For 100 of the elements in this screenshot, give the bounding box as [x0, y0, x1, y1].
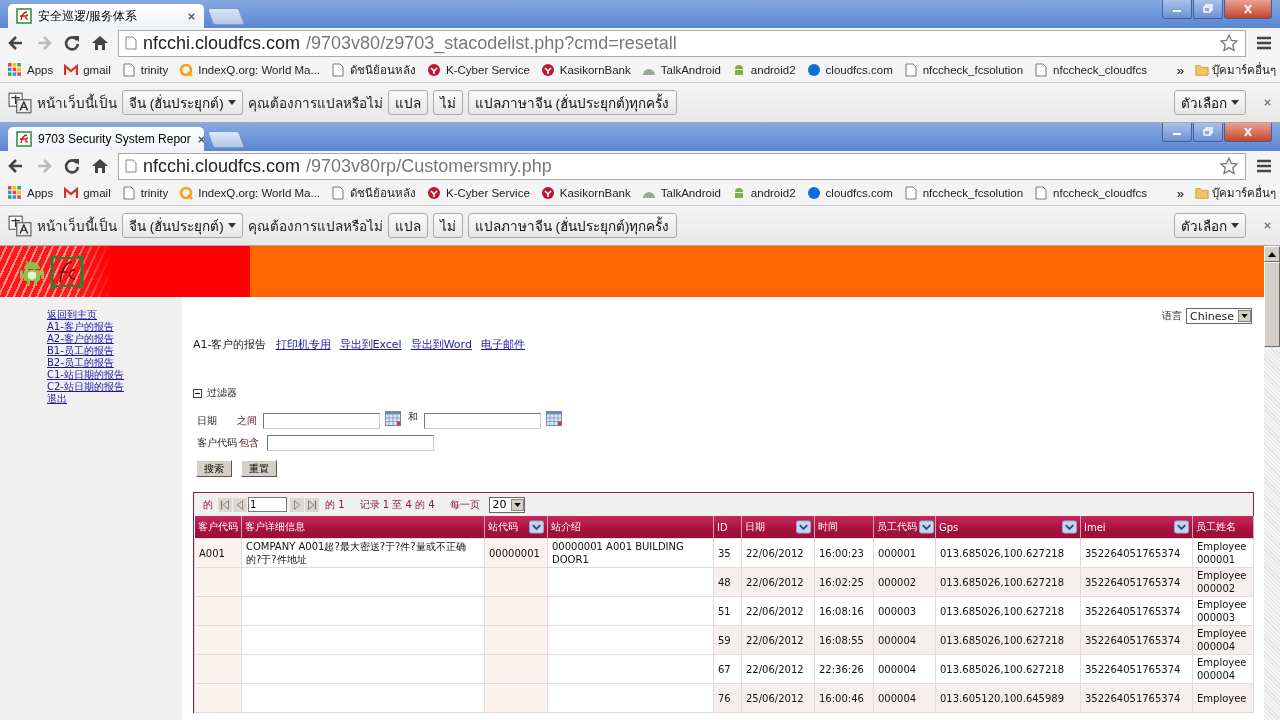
bookmark[interactable]: trinity	[121, 63, 169, 77]
report-link[interactable]: 打印机专用	[275, 337, 331, 352]
bookmark[interactable]: IndexQ.org: World Ma...	[179, 186, 321, 200]
column-header[interactable]: 时间	[814, 516, 874, 539]
nav-link[interactable]: B1-员工的报告	[47, 345, 114, 357]
form-button[interactable]: 重置	[241, 460, 277, 477]
language-dropdown[interactable]: จีน (ฮั่นประยุกต์)	[122, 213, 243, 238]
bookmark[interactable]: nfccheck_fcsolution	[903, 186, 1024, 200]
nav-link[interactable]: C2-站日期的报告	[47, 381, 124, 393]
translate-button[interactable]: แปล	[387, 90, 428, 115]
always-translate-button[interactable]: แปลภาษาจีน (ฮั่นประยุกต์)ทุกครั้ง	[467, 90, 677, 115]
scroll-up-arrow-icon[interactable]	[1268, 251, 1276, 257]
bookmark[interactable]: ดัชนีย้อนหลัง	[331, 184, 417, 202]
language-dropdown[interactable]: จีน (ฮั่นประยุกต์)	[122, 90, 243, 115]
sort-dropdown-icon[interactable]	[1174, 520, 1189, 534]
bookmark[interactable]: Apps	[8, 186, 54, 200]
bookmark[interactable]: KasikornBank	[540, 63, 631, 77]
sort-dropdown-icon[interactable]	[796, 520, 811, 534]
column-header[interactable]: 客户详细信息	[241, 516, 485, 539]
decline-button[interactable]: ไม่	[432, 213, 463, 238]
bookmark[interactable]: ดัชนีย้อนหลัง	[331, 61, 417, 79]
reload-icon[interactable]	[62, 33, 82, 53]
options-button[interactable]: ตัวเลือก	[1174, 213, 1246, 238]
column-header[interactable]: ID	[713, 516, 742, 539]
more-bookmarks-button[interactable]: »	[1176, 185, 1184, 201]
first-page-icon[interactable]	[218, 497, 232, 512]
address-field[interactable]: nfcchi.cloudfcs.com /9703v80/z9703_stacodelist.php?cmd=resetall	[118, 29, 1246, 57]
bookmark[interactable]: nfccheck_fcsolution	[903, 63, 1024, 77]
maximize-button[interactable]	[1193, 0, 1223, 19]
column-header[interactable]: 站介绍	[547, 516, 714, 539]
close-icon[interactable]	[196, 134, 204, 144]
close-button[interactable]	[1224, 0, 1272, 19]
collapse-toggle-icon[interactable]	[193, 388, 202, 398]
nav-link[interactable]: A2-客户的报告	[47, 333, 114, 345]
other-bookmarks-folder[interactable]: บุ๊คมาร์คอื่นๆ	[1195, 61, 1276, 79]
nav-link[interactable]: B2-员工的报告	[47, 357, 114, 369]
column-header[interactable]: Imei	[1080, 516, 1193, 539]
text-field[interactable]	[267, 435, 434, 451]
bookmark[interactable]: K-Cyber Service	[427, 186, 530, 200]
options-button[interactable]: ตัวเลือก	[1174, 90, 1246, 115]
star-icon[interactable]	[1219, 33, 1239, 53]
bookmark[interactable]: android2	[731, 63, 796, 77]
bookmark[interactable]: cloudfcs.com	[806, 63, 893, 77]
bookmark[interactable]: cloudfcs.com	[806, 186, 893, 200]
always-translate-button[interactable]: แปลภาษาจีน (ฮั่นประยุกต์)ทุกครั้ง	[467, 213, 677, 238]
star-icon[interactable]	[1219, 156, 1239, 176]
last-page-icon[interactable]	[305, 497, 319, 512]
nav-link[interactable]: 退出	[47, 393, 67, 405]
next-page-icon[interactable]	[290, 497, 304, 512]
bookmark[interactable]: nfccheck_cloudfcs	[1034, 63, 1148, 77]
home-icon[interactable]	[90, 33, 110, 53]
form-button[interactable]: 搜索	[196, 460, 232, 477]
bookmark[interactable]: TalkAndroid	[641, 63, 721, 77]
bookmark[interactable]: gmail	[64, 63, 111, 77]
minimize-button[interactable]	[1162, 0, 1192, 19]
calendar-icon[interactable]	[385, 410, 401, 426]
close-icon[interactable]	[187, 11, 196, 21]
bookmark[interactable]: trinity	[121, 186, 169, 200]
per-page-select[interactable]: 20	[488, 496, 525, 513]
date-field[interactable]	[263, 413, 380, 429]
new-tab-button[interactable]	[206, 8, 246, 25]
translate-button[interactable]: แปล	[387, 213, 428, 238]
home-icon[interactable]	[90, 156, 110, 176]
bookmark[interactable]: KasikornBank	[540, 186, 631, 200]
nav-link[interactable]: A1-客户的报告	[47, 321, 114, 333]
bookmark[interactable]: gmail	[64, 186, 111, 200]
minimize-button[interactable]	[1162, 123, 1192, 142]
browser-tab[interactable]: 安全巡逻/服务体系	[8, 4, 204, 28]
scrollbar[interactable]	[1264, 246, 1280, 720]
maximize-button[interactable]	[1193, 123, 1223, 142]
calendar-icon[interactable]	[546, 410, 562, 426]
previous-page-icon[interactable]	[233, 497, 247, 512]
language-select[interactable]: Chinese	[1186, 308, 1252, 324]
close-icon[interactable]	[1263, 98, 1272, 107]
sort-dropdown-icon[interactable]	[529, 520, 544, 534]
scroll-thumb[interactable]	[1264, 262, 1280, 347]
bookmark[interactable]: IndexQ.org: World Ma...	[179, 63, 321, 77]
page-number-field[interactable]: 1	[248, 497, 287, 512]
column-header[interactable]: Gps	[935, 516, 1081, 539]
bookmark[interactable]: Apps	[8, 63, 54, 77]
sort-dropdown-icon[interactable]	[919, 520, 934, 534]
column-header[interactable]: 客户代码	[194, 516, 242, 539]
report-link[interactable]: 电子邮件	[480, 337, 525, 352]
column-header[interactable]: 站代码	[484, 516, 548, 539]
bookmark[interactable]: TalkAndroid	[641, 186, 721, 200]
other-bookmarks-folder[interactable]: บุ๊คมาร์คอื่นๆ	[1195, 184, 1276, 202]
close-icon[interactable]	[1263, 221, 1272, 230]
decline-button[interactable]: ไม่	[432, 90, 463, 115]
bookmark[interactable]: android2	[731, 186, 796, 200]
bookmark[interactable]: K-Cyber Service	[427, 63, 530, 77]
close-button[interactable]	[1224, 123, 1272, 142]
reload-icon[interactable]	[62, 156, 82, 176]
bookmark[interactable]: nfccheck_cloudfcs	[1034, 186, 1148, 200]
date-field[interactable]	[424, 413, 541, 429]
column-header[interactable]: 日期	[741, 516, 815, 539]
sort-dropdown-icon[interactable]	[1062, 520, 1077, 534]
address-field[interactable]: nfcchi.cloudfcs.com /9703v80rp/Customersmry.php	[118, 152, 1246, 180]
nav-link[interactable]: C1-站日期的报告	[47, 369, 124, 381]
report-link[interactable]: 导出到Word	[410, 337, 472, 352]
column-header[interactable]: 员工姓名	[1192, 516, 1254, 539]
